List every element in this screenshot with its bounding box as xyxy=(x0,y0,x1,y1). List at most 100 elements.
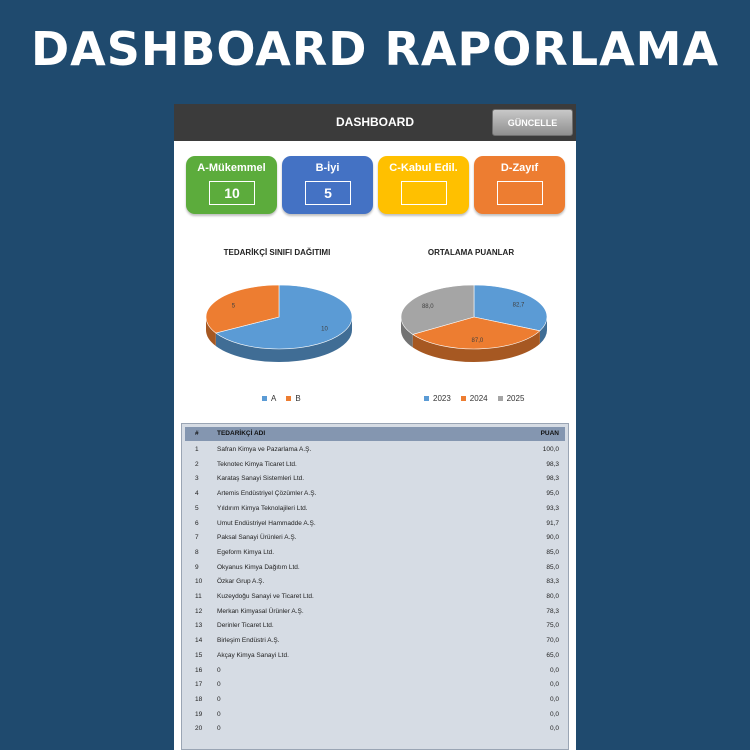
row-number: 14 xyxy=(195,637,203,645)
row-number: 10 xyxy=(195,578,203,586)
supplier-name: Egeform Kimya Ltd. xyxy=(217,548,275,556)
row-number: 17 xyxy=(195,681,203,689)
table-row: 12 Merkan Kimyasal Ürünler A.Ş. 78,3 xyxy=(185,605,565,620)
legend-label: 2025 xyxy=(506,394,525,403)
legend-item: 2024 xyxy=(460,394,488,403)
distribution-legend: A B xyxy=(262,394,301,403)
legend-swatch xyxy=(460,396,466,401)
header-score: PUAN xyxy=(540,430,559,437)
supplier-name: Okyanus Kimya Dağıtım Ltd. xyxy=(217,563,300,571)
page-title: DASHBOARD RAPORLAMA xyxy=(30,22,720,76)
card-a-excellent: A-Mükemmel 10 xyxy=(186,156,277,214)
legend-swatch xyxy=(262,396,267,401)
card-label: B-İyi xyxy=(315,162,340,174)
row-number: 19 xyxy=(195,710,203,718)
row-number: 13 xyxy=(195,622,203,630)
supplier-name: Umut Endüstriyel Hammadde A.Ş. xyxy=(217,519,316,527)
supplier-score: 70,0 xyxy=(546,637,559,645)
supplier-name: 0 xyxy=(217,725,221,733)
card-value xyxy=(497,181,543,205)
row-number: 20 xyxy=(195,725,203,733)
table-row: 7 Paksal Sanayi Ürünleri A.Ş. 90,0 xyxy=(185,531,565,546)
supplier-score: 0,0 xyxy=(549,725,559,733)
supplier-score: 98,3 xyxy=(546,475,559,483)
table-row: 1 Safran Kimya ve Pazarlama A.Ş. 100,0 xyxy=(185,443,565,458)
supplier-score: 90,0 xyxy=(546,534,559,542)
table-row: 11 Kuzeydoğu Sanayi ve Ticaret Ltd. 80,0 xyxy=(185,590,565,605)
row-number: 6 xyxy=(195,519,199,527)
row-number: 16 xyxy=(195,666,203,674)
supplier-score: 95,0 xyxy=(546,490,559,498)
card-value: 5 xyxy=(305,181,351,205)
supplier-score: 85,0 xyxy=(546,563,559,571)
update-button[interactable]: GÜNCELLE xyxy=(492,109,573,136)
supplier-score: 0,0 xyxy=(549,695,559,703)
card-label: C-Kabul Edil. xyxy=(389,162,458,174)
supplier-score: 0,0 xyxy=(549,666,559,674)
row-number: 9 xyxy=(195,563,199,571)
supplier-name: Artemis Endüstriyel Çözümler A.Ş. xyxy=(217,490,317,498)
supplier-score: 0,0 xyxy=(549,681,559,689)
supplier-score: 98,3 xyxy=(546,460,559,468)
legend-item: 2025 xyxy=(497,394,525,403)
legend-swatch xyxy=(424,396,429,401)
header-no: # xyxy=(195,430,199,437)
card-c-acceptable: C-Kabul Edil. xyxy=(378,156,469,214)
row-number: 11 xyxy=(195,593,202,600)
table-row: 19 0 0,0 xyxy=(185,708,565,723)
legend-label: A xyxy=(271,394,277,403)
table-row: 5 Yıldırım Kimya Teknolajileri Ltd. 93,3 xyxy=(185,502,565,517)
pie-data-label: 10 xyxy=(321,327,328,333)
row-number: 15 xyxy=(195,651,203,659)
table-row: 4 Artemis Endüstriyel Çözümler A.Ş. 95,0 xyxy=(185,487,565,502)
table-row: 15 Akçay Kimya Sanayi Ltd. 65,0 xyxy=(185,649,565,664)
averages-legend: 2023 2024 2025 xyxy=(424,394,524,403)
supplier-name: Karataş Sanayi Sistemleri Ltd. xyxy=(217,475,305,483)
supplier-name: Safran Kimya ve Pazarlama A.Ş. xyxy=(217,446,312,453)
table-row: 16 0 0,0 xyxy=(185,664,565,679)
supplier-score: 83,3 xyxy=(546,578,559,586)
supplier-table: # TEDARİKÇİ ADI PUAN 1 Safran Kimya ve Pa… xyxy=(181,423,569,750)
supplier-name: Birleşim Endüstri A.Ş. xyxy=(217,637,280,645)
row-number: 3 xyxy=(195,475,199,483)
distribution-pie-chart: 105 xyxy=(205,284,353,362)
pie-data-label: 88,0 xyxy=(422,304,434,310)
row-number: 12 xyxy=(195,607,203,615)
supplier-name: Kuzeydoğu Sanayi ve Ticaret Ltd. xyxy=(217,593,314,600)
legend-item: B xyxy=(286,394,301,403)
table-row: 2 Teknotec Kimya Ticaret Ltd. 98,3 xyxy=(185,458,565,473)
table-row: 8 Egeform Kimya Ltd. 85,0 xyxy=(185,546,565,561)
row-number: 8 xyxy=(195,548,199,556)
supplier-score: 85,0 xyxy=(546,548,559,556)
table-row: 14 Birleşim Endüstri A.Ş. 70,0 xyxy=(185,634,565,649)
card-value xyxy=(401,181,447,205)
row-number: 2 xyxy=(195,460,199,468)
table-row: 20 0 0,0 xyxy=(185,722,565,737)
legend-label: 2023 xyxy=(433,394,451,403)
legend-label: 2024 xyxy=(469,394,488,403)
legend-swatch xyxy=(497,396,503,401)
card-b-good: B-İyi 5 xyxy=(282,156,373,214)
row-number: 7 xyxy=(195,534,199,542)
legend-item: 2023 xyxy=(424,394,451,403)
supplier-score: 75,0 xyxy=(546,622,559,630)
table-row: 6 Umut Endüstriyel Hammadde A.Ş. 91,7 xyxy=(185,517,565,532)
row-number: 1 xyxy=(195,446,199,453)
supplier-score: 80,0 xyxy=(546,593,559,600)
table-row: 18 0 0,0 xyxy=(185,693,565,708)
card-label: D-Zayıf xyxy=(500,162,539,174)
averages-pie-chart: 82,7 87,0 88,0 xyxy=(400,284,548,362)
distribution-chart-title: TEDARİKÇİ SINIFI DAĞITIMI xyxy=(223,248,331,257)
legend-label: B xyxy=(295,394,301,403)
card-d-weak: D-Zayıf xyxy=(474,156,565,214)
dashboard-topbar: DASHBOARD GÜNCELLE xyxy=(174,104,576,141)
table-row: 13 Derinler Ticaret Ltd. 75,0 xyxy=(185,619,565,634)
supplier-name: Teknotec Kimya Ticaret Ltd. xyxy=(217,460,297,468)
row-number: 18 xyxy=(195,695,203,703)
supplier-name: Akçay Kimya Sanayi Ltd. xyxy=(217,651,289,659)
table-header: # TEDARİKÇİ ADI PUAN xyxy=(185,427,565,441)
table-row: 10 Özkar Grup A.Ş. 83,3 xyxy=(185,575,565,590)
averages-chart-title: ORTALAMA PUANLAR xyxy=(427,248,515,257)
supplier-name: 0 xyxy=(217,695,221,703)
supplier-name: Derinler Ticaret Ltd. xyxy=(217,622,274,630)
